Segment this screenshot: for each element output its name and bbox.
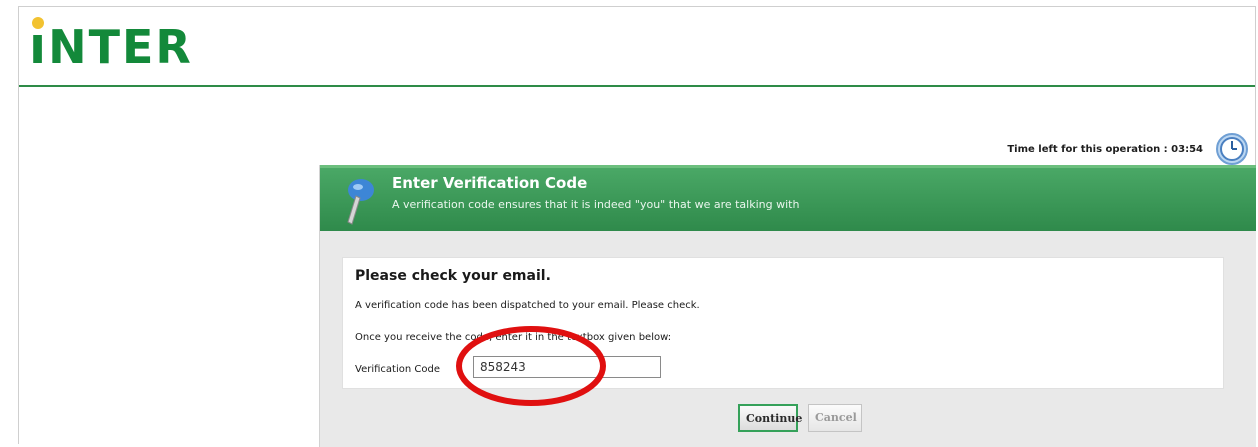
verification-panel: Enter Verification Code A verification c… bbox=[319, 165, 1256, 447]
browser-frame: INTER Time left for this operation : 03:… bbox=[18, 6, 1256, 447]
check-email-heading: Please check your email. bbox=[355, 268, 551, 284]
dispatch-message: A verification code has been dispatched … bbox=[355, 300, 700, 311]
verification-code-input[interactable] bbox=[473, 356, 661, 378]
header-bar: INTER bbox=[19, 7, 1255, 87]
instruction-text: Once you receive the code, enter it in t… bbox=[355, 332, 672, 343]
clock-icon bbox=[1216, 133, 1248, 165]
inter-logo: INTER bbox=[29, 20, 193, 74]
pin-icon bbox=[347, 179, 374, 225]
verification-code-label: Verification Code bbox=[355, 364, 440, 375]
logo-dot bbox=[32, 17, 44, 29]
continue-button[interactable]: Continue bbox=[738, 404, 802, 432]
cancel-button[interactable]: Cancel bbox=[808, 404, 862, 432]
panel-subtitle: A verification code ensures that it is i… bbox=[392, 198, 800, 211]
panel-header: Enter Verification Code A verification c… bbox=[320, 165, 1256, 231]
time-left-text: Time left for this operation : 03:54 bbox=[1007, 144, 1203, 155]
content-box: Please check your email. A verification … bbox=[342, 257, 1224, 389]
panel-title: Enter Verification Code bbox=[392, 174, 588, 192]
